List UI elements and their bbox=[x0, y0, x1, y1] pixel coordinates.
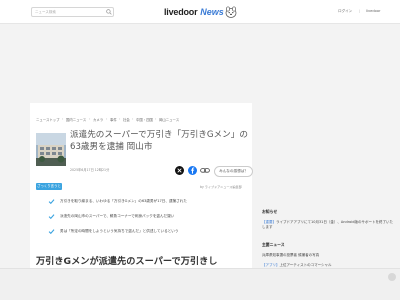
reaction-button[interactable]: みんなの感想は？ bbox=[214, 166, 253, 177]
signup-link[interactable]: livedoor bbox=[366, 9, 381, 13]
breadcrumb-item[interactable]: 社会 bbox=[123, 117, 130, 122]
notice-text: ライブドアアプリにて10月31日（金）、Android版のサポートを終了いたしま… bbox=[262, 220, 393, 230]
header-separator: | bbox=[359, 9, 361, 13]
article-title: 派遣先のスーパーで万引き「万引きGメン」の63歳男を逮捕 岡山市 bbox=[70, 130, 248, 152]
notice-tag: 【重要】 bbox=[262, 220, 276, 224]
breadcrumb-separator: › bbox=[119, 117, 121, 121]
breadcrumb-item[interactable]: 事件 bbox=[110, 117, 117, 122]
bottom-ad-bar bbox=[0, 268, 400, 300]
summary-point-text: 万引きを取り締まる、いわゆる「万引きGメン」の63歳男が17日、逮捕された bbox=[60, 199, 187, 203]
facebook-share-icon[interactable] bbox=[188, 166, 197, 175]
summary-point: 派遣先の岡山市のスーパーで、鮮魚コーナーで刺身パックを盗んだ疑い bbox=[48, 213, 248, 221]
summary-point-text: 派遣先の岡山市のスーパーで、鮮魚コーナーで刺身パックを盗んだ疑い bbox=[60, 214, 175, 218]
mascot-icon bbox=[225, 6, 237, 18]
top-ad-space bbox=[0, 24, 400, 102]
breadcrumb-separator: › bbox=[62, 117, 64, 121]
article-thumbnail[interactable] bbox=[36, 133, 66, 166]
breadcrumb-separator: › bbox=[155, 117, 157, 121]
notice-heading: お知らせ bbox=[262, 209, 278, 214]
article-subheading: 万引きGメンが派遣先のスーパーで万引きし bbox=[36, 256, 218, 267]
rail-ad-space bbox=[258, 103, 393, 203]
breadcrumb-separator: › bbox=[89, 117, 91, 121]
link-share-icon[interactable] bbox=[200, 166, 210, 175]
news-tag: 【アプリ】 bbox=[262, 263, 280, 267]
logo-section: News bbox=[200, 7, 224, 17]
summary-badge: ざっくり言うと bbox=[36, 183, 62, 190]
check-icon bbox=[48, 199, 55, 205]
close-icon[interactable] bbox=[388, 273, 396, 281]
summary-point: 万引きを取り締まる、いわゆる「万引きGメン」の63歳男が17日、逮捕された bbox=[48, 198, 248, 206]
breadcrumb-item[interactable]: 国内ニュース bbox=[66, 117, 86, 122]
article-date: 2025年6月17日 12時21分 bbox=[70, 168, 110, 172]
site-header: ニュース検索 livedoor News ログイン | livedoor bbox=[0, 0, 400, 24]
search-icon[interactable] bbox=[106, 9, 112, 15]
check-icon bbox=[48, 214, 55, 220]
site-logo[interactable]: livedoor News bbox=[164, 6, 224, 18]
breadcrumb-separator: › bbox=[132, 117, 134, 121]
main-news-heading: 主要ニュース bbox=[262, 242, 285, 247]
x-share-icon[interactable] bbox=[175, 166, 184, 175]
logo-brand: livedoor bbox=[164, 7, 198, 17]
summary-point: 男は「所定の時間をしようという気持ちで盗んだ」と供述しているという bbox=[48, 228, 248, 236]
breadcrumb-item[interactable]: 中国・四国 bbox=[136, 117, 153, 122]
news-text: 上位アーティストのコマーシャル bbox=[279, 263, 332, 267]
breadcrumb-item[interactable]: カメラ bbox=[93, 117, 103, 122]
article-source[interactable]: by ライブドアニュース編集部 bbox=[200, 184, 242, 189]
check-icon bbox=[48, 229, 55, 235]
notice-item[interactable]: 【重要】ライブドアアプリにて10月31日（金）、Android版のサポートを終了… bbox=[262, 220, 393, 230]
breadcrumb-item[interactable]: ニューストップ bbox=[36, 117, 60, 122]
breadcrumb-item[interactable]: 岡山ニュース bbox=[159, 117, 179, 122]
news-list-item[interactable]: 兵庫県知事選の投票者 候補者の写真 bbox=[262, 253, 393, 258]
summary-point-text: 男は「所定の時間をしようという気持ちで盗んだ」と供述しているという bbox=[60, 229, 179, 233]
breadcrumb-separator: › bbox=[106, 117, 108, 121]
search-input[interactable]: ニュース検索 bbox=[31, 7, 114, 17]
login-link[interactable]: ログイン bbox=[338, 9, 352, 14]
breadcrumb: ニューストップ › 国内ニュース › カメラ › 事件 › 社会 › 中国・四国… bbox=[36, 117, 246, 123]
